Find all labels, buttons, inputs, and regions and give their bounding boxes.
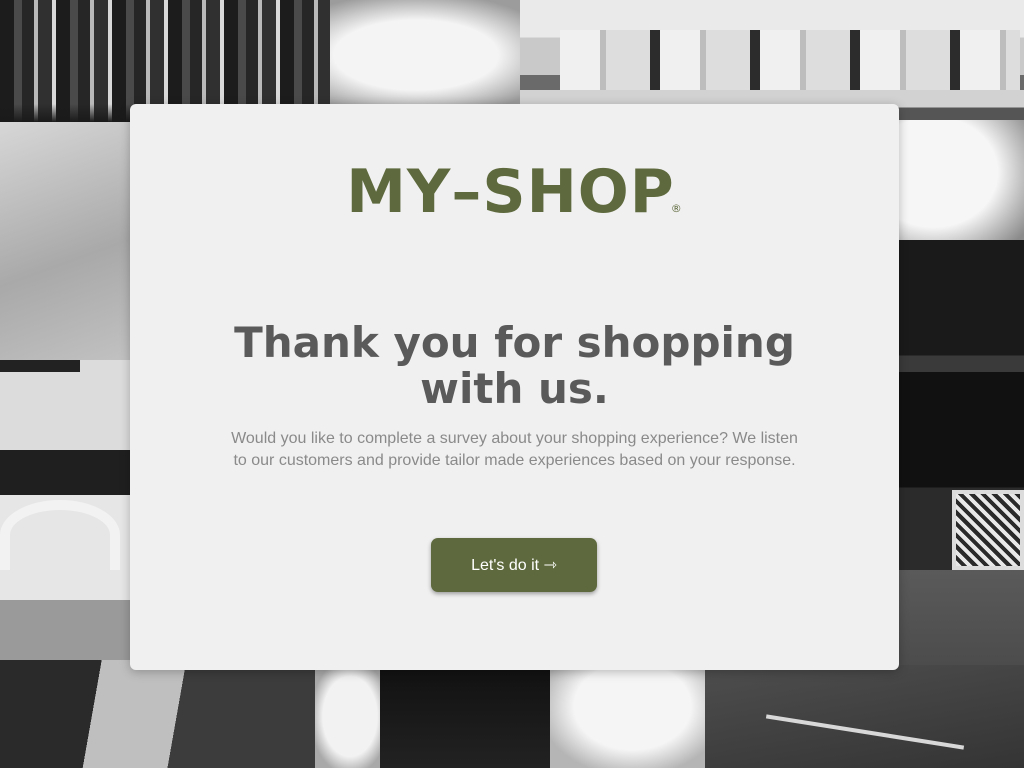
thank-you-heading: Thank you for shopping with us.	[130, 320, 899, 412]
survey-description: Would you like to complete a survey abou…	[231, 430, 798, 469]
hanger-shirt-photo	[0, 360, 135, 660]
registered-mark: ®	[670, 202, 683, 215]
brand-logo: MY–SHOP®	[130, 162, 899, 239]
heading-line-2: with us.	[420, 364, 609, 413]
heading-line-1: Thank you for shopping	[234, 318, 795, 367]
start-survey-button[interactable]: Let's do it ⇾	[431, 538, 597, 592]
brand-logo-text: MY–SHOP	[346, 157, 675, 227]
texture-photo	[550, 665, 715, 768]
store-interior-photo	[0, 660, 320, 768]
texture-photo	[895, 120, 1024, 250]
floor-photo	[705, 665, 1024, 768]
wall-photo	[0, 122, 135, 372]
texture-photo	[330, 0, 545, 110]
thank-you-dialog: MY–SHOP® Thank you for shopping with us.…	[130, 104, 899, 670]
dark-texture-photo	[380, 665, 560, 768]
texture-photo	[315, 665, 385, 768]
store-floor-photo	[895, 240, 1024, 570]
